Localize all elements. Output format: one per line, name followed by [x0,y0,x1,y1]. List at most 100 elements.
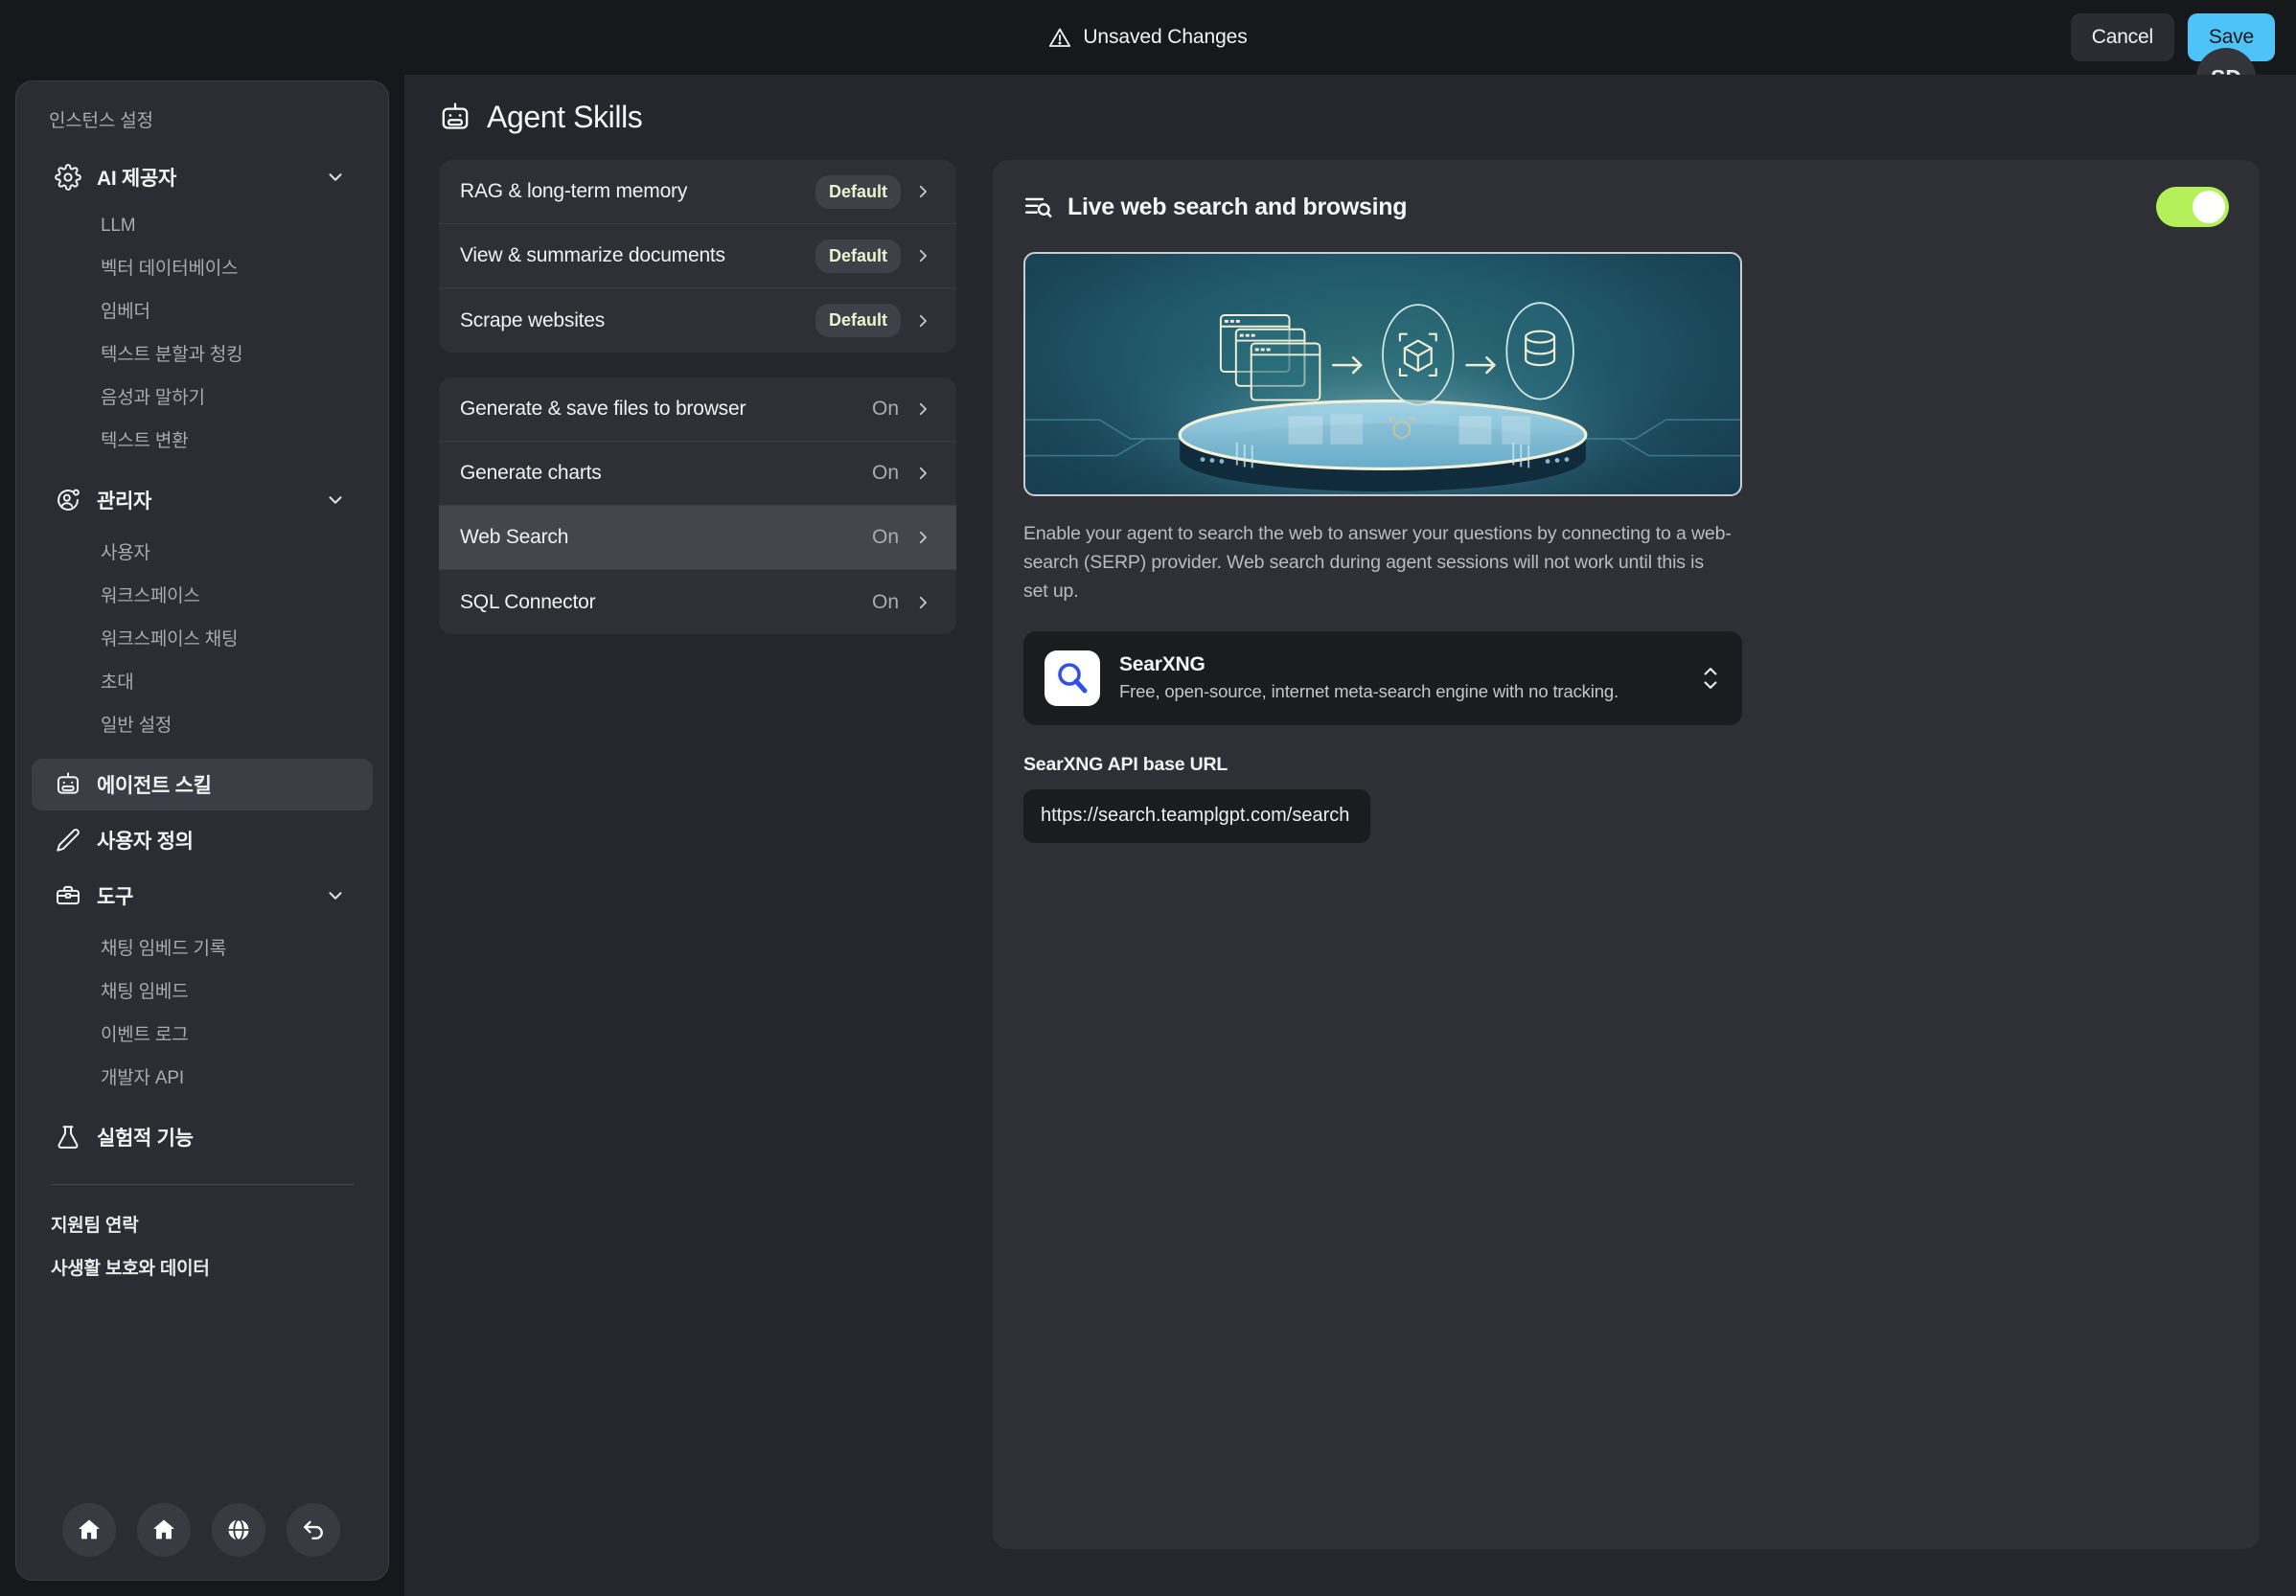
skill-row-view-summarize-documents[interactable]: View & summarize documents Default [439,224,956,288]
warning-triangle-icon [1048,26,1071,49]
sidebar: 인스턴스 설정 AI 제공자 LLM 벡터 데이터베이스 임베더 텍스트 분할과… [15,80,389,1581]
sidebar-nav: AI 제공자 LLM 벡터 데이터베이스 임베더 텍스트 분할과 청킹 음성과 … [16,148,388,1383]
unsaved-changes-label: Unsaved Changes [1083,26,1247,49]
cancel-button[interactable]: Cancel [2071,13,2174,61]
chevron-down-icon[interactable] [325,167,346,188]
sidebar-item-experimental[interactable]: 실험적 기능 [32,1111,373,1163]
sidebar-item-invites[interactable]: 초대 [16,659,388,702]
skill-label: Generate charts [460,462,872,485]
sidebar-group-label: AI 제공자 [97,163,310,192]
status-badge: On [872,398,899,421]
chevron-down-icon[interactable] [325,885,346,906]
url-field-label: SearXNG API base URL [1023,754,2229,776]
chevron-up-down-icon[interactable] [1700,661,1721,695]
skill-label: Scrape websites [460,309,815,332]
sidebar-footer-contact-support[interactable]: 지원팀 연락 [16,1202,388,1245]
skill-row-web-search[interactable]: Web Search On [439,506,956,570]
provider-text: SearXNG Free, open-source, internet meta… [1119,653,1681,702]
status-badge: Default [815,304,901,337]
chevron-right-icon [914,312,931,330]
page-header: Agent Skills [404,75,2296,135]
user-gear-icon [55,487,81,513]
flask-icon [55,1124,81,1151]
gear-icon [55,164,81,191]
chevron-right-icon [914,183,931,200]
sidebar-item-developer-api[interactable]: 개발자 API [16,1055,388,1098]
status-badge: On [872,526,899,549]
skill-label: RAG & long-term memory [460,180,815,203]
toolbox-icon [55,882,81,909]
skill-row-sql-connector[interactable]: SQL Connector On [439,570,956,634]
robot-icon [55,771,81,798]
skill-label: SQL Connector [460,591,872,614]
sidebar-item-workspace-chats[interactable]: 워크스페이스 채팅 [16,616,388,659]
skill-row-generate-save-files[interactable]: Generate & save files to browser On [439,377,956,442]
search-provider-selector[interactable]: SearXNG Free, open-source, internet meta… [1023,631,1742,725]
sidebar-item-embedder[interactable]: 임베더 [16,288,388,331]
sidebar-item-event-logs[interactable]: 이벤트 로그 [16,1012,388,1055]
status-badge: Default [815,175,901,209]
searxng-api-base-url-input[interactable] [1023,789,1370,843]
search-list-icon [1023,193,1052,221]
sidebar-group-tools[interactable]: 도구 [32,870,373,922]
chevron-right-icon [914,247,931,264]
chevron-right-icon [914,400,931,418]
sidebar-item-voice-speech[interactable]: 음성과 말하기 [16,375,388,418]
top-bar: Unsaved Changes Cancel Save [0,0,2296,75]
sidebar-title: 인스턴스 설정 [16,81,388,148]
globe-icon[interactable] [212,1503,265,1557]
provider-description: Free, open-source, internet meta-search … [1119,681,1681,702]
sidebar-item-workspaces[interactable]: 워크스페이스 [16,573,388,616]
live-web-search-toggle[interactable] [2156,187,2229,227]
page-title: Agent Skills [487,100,642,135]
skill-row-scrape-websites[interactable]: Scrape websites Default [439,288,956,353]
sidebar-item-chat-embed-history[interactable]: 채팅 임베드 기록 [16,925,388,969]
status-badge: Default [815,239,901,273]
status-badge: On [872,462,899,485]
skill-label: View & summarize documents [460,244,815,267]
sidebar-item-vector-database[interactable]: 벡터 데이터베이스 [16,245,388,288]
skill-detail-panel: Live web search and browsing [993,160,2260,1549]
sidebar-item-llm[interactable]: LLM [16,207,388,245]
chevron-right-icon [914,529,931,546]
sidebar-item-chat-embed[interactable]: 채팅 임베드 [16,969,388,1012]
sidebar-item-users[interactable]: 사용자 [16,530,388,573]
sidebar-group-label: 도구 [97,881,310,910]
skill-list-column: RAG & long-term memory Default View & su… [439,160,956,1549]
sidebar-item-label: 실험적 기능 [97,1123,346,1151]
searxng-magnifier-icon [1045,650,1100,706]
skill-label: Web Search [460,526,872,549]
home-icon[interactable] [62,1503,116,1557]
sidebar-item-transcription[interactable]: 텍스트 변환 [16,418,388,461]
sidebar-group-label: 관리자 [97,486,310,514]
sidebar-item-label: 에이전트 스킬 [97,770,346,799]
chevron-right-icon [914,465,931,482]
sidebar-item-text-splitting[interactable]: 텍스트 분할과 청킹 [16,331,388,375]
skill-hero-illustration [1023,252,1742,496]
back-arrow-icon[interactable] [287,1503,340,1557]
status-badge: On [872,591,899,614]
provider-name: SearXNG [1119,653,1681,676]
skill-description: Enable your agent to search the web to a… [1023,519,1733,606]
sidebar-footer-privacy-data[interactable]: 사생활 보호와 데이터 [16,1245,388,1288]
robot-icon [439,102,471,134]
sidebar-group-admin[interactable]: 관리자 [32,474,373,526]
chevron-down-icon[interactable] [325,490,346,511]
sidebar-group-ai-providers[interactable]: AI 제공자 [32,151,373,203]
skill-row-rag-memory[interactable]: RAG & long-term memory Default [439,160,956,224]
sidebar-item-agent-skills[interactable]: 에이전트 스킬 [32,759,373,810]
skill-row-generate-charts[interactable]: Generate charts On [439,442,956,506]
chevron-right-icon [914,594,931,611]
home-icon[interactable] [137,1503,191,1557]
sidebar-item-label: 사용자 정의 [97,826,346,855]
sidebar-item-customization[interactable]: 사용자 정의 [32,814,373,866]
content-row: RAG & long-term memory Default View & su… [404,135,2296,1549]
skill-panel-toggles: Generate & save files to browser On Gene… [439,377,956,634]
skill-panel-default: RAG & long-term memory Default View & su… [439,160,956,353]
sidebar-divider [51,1184,354,1185]
skill-detail-title: Live web search and browsing [1068,194,2141,221]
sidebar-item-general-settings[interactable]: 일반 설정 [16,702,388,745]
pencil-icon [55,827,81,854]
sidebar-icon-bar [16,1503,388,1557]
unsaved-changes-indicator: Unsaved Changes [1048,26,1247,49]
